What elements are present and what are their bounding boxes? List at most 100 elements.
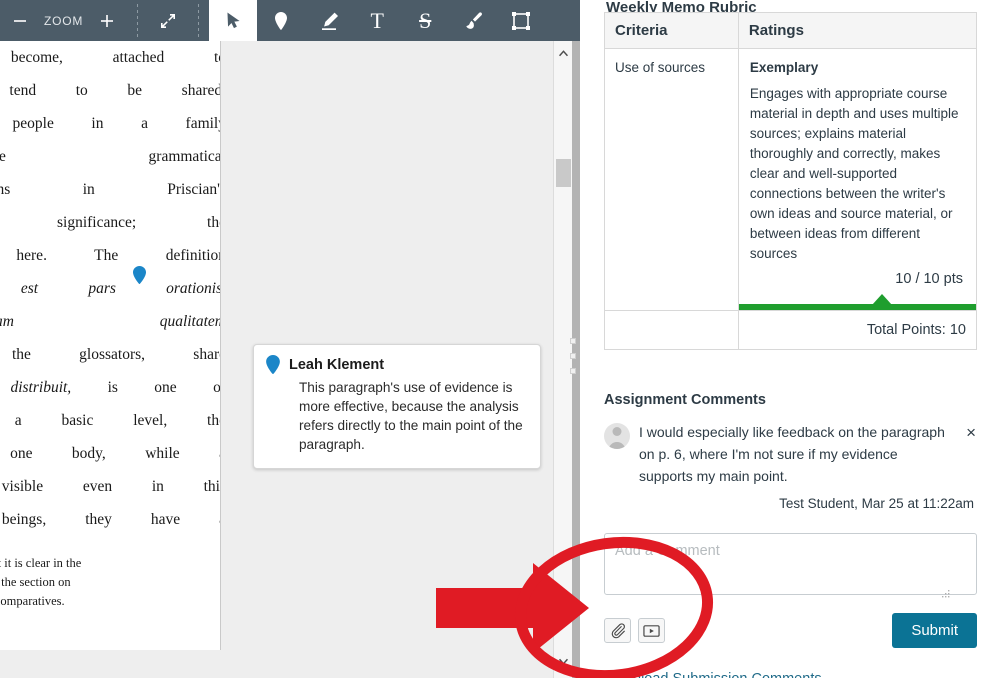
avatar <box>604 423 630 449</box>
grading-sidebar: Weekly Memo Rubric Criteria Ratings Use … <box>580 0 1001 678</box>
tool-pin[interactable] <box>257 0 305 41</box>
document-pin-marker-icon[interactable] <box>133 266 146 284</box>
fit-screen-button[interactable] <box>148 0 188 41</box>
rubric-rating-points: 10 / 10 pts <box>895 271 963 287</box>
doc-line: o the glossators, share <box>0 346 220 363</box>
avatar-head <box>612 427 622 436</box>
comment-author: Leah Klement <box>289 357 385 373</box>
rubric-total-empty-cell <box>604 310 739 350</box>
tool-area-select[interactable] <box>497 0 545 41</box>
doc-line: s visible even in this <box>0 478 220 495</box>
doc-line-italic: propriam qualitatem <box>0 313 221 330</box>
crop-box-icon <box>512 11 531 30</box>
rubric-rating-name: Exemplary <box>749 60 819 75</box>
zoom-out-button[interactable] <box>0 0 40 41</box>
rubric-col-criteria: Criteria <box>604 12 739 49</box>
submission-grading-screen: ZOOM T S become, attached t tend to be s… <box>0 0 1001 678</box>
pane-splitter-handle[interactable] <box>569 334 578 386</box>
footnote-line: ning of comparatives. <box>0 594 65 608</box>
doc-line-italic: en est pars orationis, <box>0 280 221 297</box>
rubric-col-ratings: Ratings <box>737 12 978 49</box>
highlighter-pen-icon <box>322 12 339 30</box>
doc-line: Antique grammatical <box>0 148 221 165</box>
rubric-total-points: Total Points: 10 <box>737 310 978 350</box>
tool-strikeout[interactable]: S <box>401 0 449 41</box>
scroll-up-arrow-icon[interactable] <box>554 44 572 61</box>
record-media-button[interactable] <box>638 618 665 643</box>
rubric-meter-marker-icon <box>871 294 892 305</box>
doc-line: the people in a family <box>0 115 220 132</box>
comment-popup-header: Leah Klement <box>266 355 528 374</box>
tool-cursor[interactable] <box>209 0 258 41</box>
scrollbar-thumb[interactable] <box>556 159 571 187</box>
submit-button[interactable]: Submit <box>892 613 977 648</box>
doc-line: nical significance; the <box>0 214 220 231</box>
comment-form: Submit Download Submission Comments <box>604 533 977 678</box>
cursor-arrow-icon <box>227 12 240 28</box>
comment-input[interactable] <box>604 533 977 595</box>
rubric-table: Criteria Ratings Use of sources Exemplar… <box>604 12 978 350</box>
avatar-body <box>608 442 626 449</box>
chevron-down-icon <box>558 658 568 665</box>
text-tool-glyph: T <box>370 7 384 33</box>
rubric-rating-meter <box>738 294 976 310</box>
rubric-criteria-cell: Use of sources <box>604 48 739 311</box>
tool-text[interactable]: T <box>353 0 401 41</box>
zoom-controls: ZOOM <box>0 0 127 41</box>
tool-freedraw[interactable] <box>449 0 497 41</box>
download-submission-comments-link[interactable]: Download Submission Comments <box>604 671 822 678</box>
zoom-label: ZOOM <box>44 13 84 28</box>
doc-line: so tend to be shared, <box>0 82 220 99</box>
rubric-title: Weekly Memo Rubric <box>606 0 757 12</box>
annotation-comment-popup[interactable]: Leah Klement This paragraph's use of evi… <box>253 344 541 469</box>
zoom-in-button[interactable] <box>87 0 127 41</box>
doc-line: r become, attached to <box>0 49 220 66</box>
comment-input-wrapper <box>604 533 977 600</box>
plus-icon <box>101 14 114 27</box>
rubric-header-row: Criteria Ratings <box>604 12 978 49</box>
tool-highlighter[interactable] <box>305 0 353 41</box>
annotation-toolbar: ZOOM T S <box>0 0 580 41</box>
footnote-line: ition, but it is clear in the <box>0 556 82 570</box>
rubric-row: Use of sources Exemplary Engages with ap… <box>604 48 978 311</box>
document-text: r become, attached to so tend to be shar… <box>0 41 221 611</box>
comment-actions-row: Submit <box>604 613 977 648</box>
doc-line: e beings, they have a <box>0 511 220 528</box>
comment-text: This paragraph's use of evidence is more… <box>299 380 523 452</box>
scroll-down-arrow-icon[interactable] <box>554 653 572 670</box>
paperclip-icon <box>611 622 625 638</box>
document-footnote: ition, but it is clear in the nning of t… <box>0 554 220 611</box>
assignment-comment-meta: Test Student, Mar 25 at 11:22am <box>779 496 974 511</box>
document-pane: ZOOM T S become, attached t tend to be s… <box>0 0 580 678</box>
delete-comment-button[interactable]: × <box>966 421 977 441</box>
paintbrush-icon <box>466 11 483 29</box>
doc-line: an one body, while a <box>0 445 220 462</box>
chevron-up-icon <box>558 49 568 56</box>
comment-attachment-buttons <box>604 618 665 643</box>
rubric-table-body: Use of sources Exemplary Engages with ap… <box>604 48 978 350</box>
doc-line: raditions in Priscian's <box>0 181 221 198</box>
doc-line-mixed: em distribuit, is one of <box>0 371 221 404</box>
attach-file-button[interactable] <box>604 618 631 643</box>
strikeout-tool-glyph: S <box>419 7 432 33</box>
assignment-comment-text: I would especially like feedback on the … <box>639 424 945 484</box>
rubric-meter-bar <box>738 304 976 310</box>
grading-sidebar-inner: Weekly Memo Rubric Criteria Ratings Use … <box>580 0 1001 678</box>
doc-line-mixed-roman: is one of <box>71 379 221 396</box>
rubric-total-row: Total Points: 10 <box>604 310 978 350</box>
expand-arrows-icon <box>161 13 176 28</box>
media-play-icon <box>643 624 660 637</box>
rubric-table-head: Criteria Ratings <box>604 12 978 49</box>
document-scroll-region[interactable]: r become, attached to so tend to be shar… <box>0 41 580 678</box>
toolbar-separator-2 <box>198 3 200 38</box>
assignment-comments-section: Assignment Comments I would especially l… <box>604 392 977 678</box>
assignment-comment-item: I would especially like feedback on the … <box>604 421 977 487</box>
doc-line: On a basic level, the <box>0 412 220 429</box>
rubric-rating-cell: Exemplary Engages with appropriate cours… <box>737 48 978 311</box>
document-page[interactable]: r become, attached to so tend to be shar… <box>0 41 221 650</box>
comment-pin-icon <box>266 355 280 374</box>
doc-line: as here. The definition <box>0 247 221 264</box>
rubric-section: Weekly Memo Rubric Criteria Ratings Use … <box>604 0 978 350</box>
minus-icon <box>14 19 26 22</box>
rubric-rating-description: Engages with appropriate course material… <box>749 86 959 261</box>
